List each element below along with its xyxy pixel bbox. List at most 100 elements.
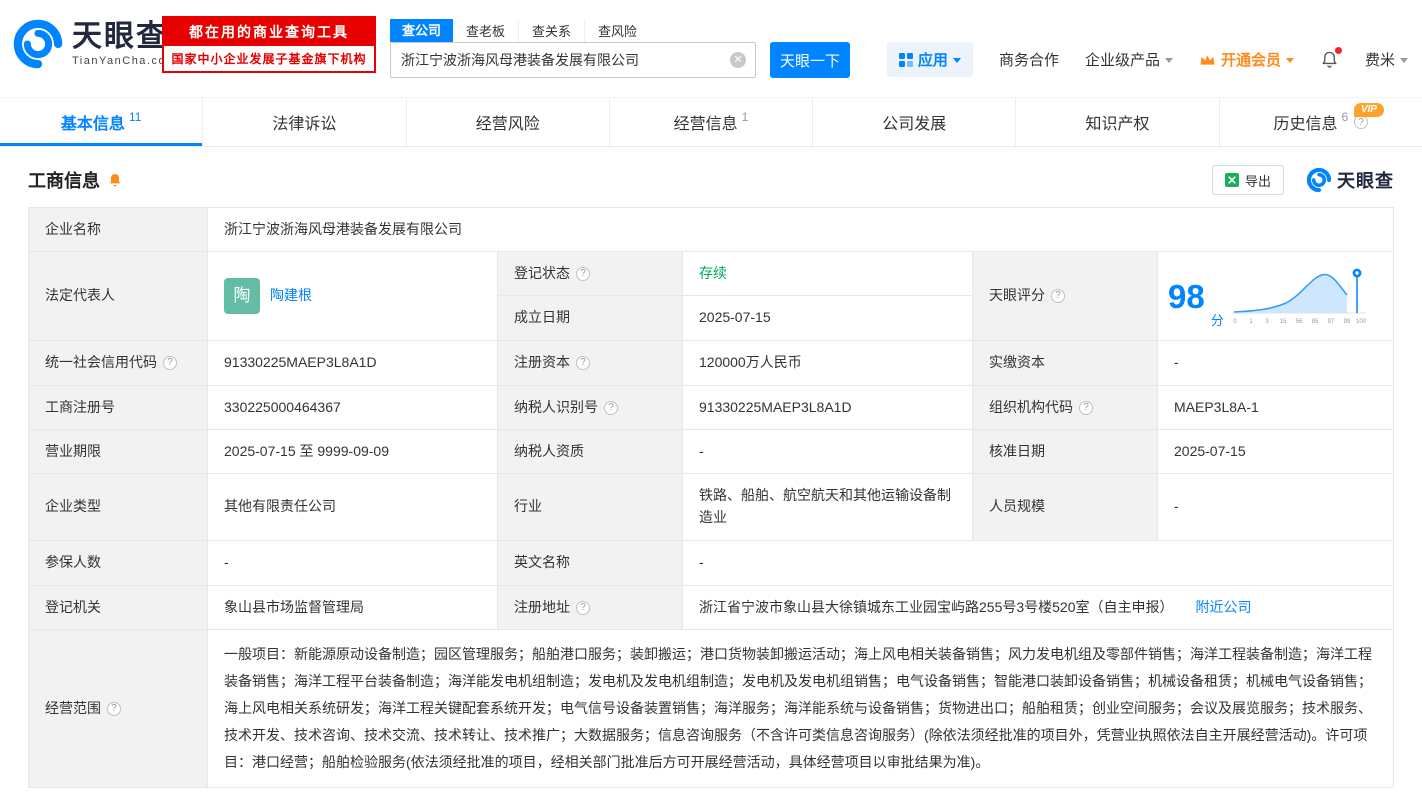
score-value: 98 分 0 1 3 15 56 85 97 99 100 [1158,252,1394,341]
reg-status-value: 存续 [683,252,973,296]
tab-intellectual-property[interactable]: 知识产权 [1016,98,1219,146]
search-button[interactable]: 天眼一下 [770,42,850,78]
tianyancha-swirl-icon [12,18,64,70]
credit-code-value: 91330225MAEP3L8A1D [208,341,498,386]
business-scope-label: 经营范围 [29,630,208,788]
reg-number-value: 330225000464367 [208,386,498,430]
english-name-label: 英文名称 [498,541,683,586]
legal-rep-label: 法定代表人 [29,252,208,341]
chevron-down-icon [1165,58,1173,67]
tab-label: 法律诉讼 [272,110,336,134]
help-icon[interactable] [163,356,177,370]
search-tabs: 查公司 查老板 查关系 查风险 [390,18,850,42]
company-detail-tabs: 基本信息 11 法律诉讼 经营风险 经营信息 1 公司发展 知识产权 历史信息 … [0,97,1422,147]
enterprise-products-label: 企业级产品 [1085,49,1160,70]
subscribe-bell-icon[interactable] [107,172,123,188]
search-area: 查公司 查老板 查关系 查风险 天眼一下 [390,18,850,78]
tab-count: 11 [129,110,141,124]
tab-legal-proceedings[interactable]: 法律诉讼 [203,98,406,146]
address-text: 浙江省宁波市象山县大徐镇城东工业园宝屿路255号3号楼520室（自主申报） [699,597,1174,619]
tab-label: 知识产权 [1086,110,1150,134]
brand-slogan-line1: 都在用的商业查询工具 [164,18,374,46]
svg-text:0: 0 [1233,319,1237,325]
help-icon[interactable] [1354,115,1368,129]
tab-history-info[interactable]: 历史信息 6 VIP [1220,98,1422,146]
open-vip-button[interactable]: 开通会员 [1199,49,1294,70]
tab-label: 历史信息 [1273,110,1337,134]
reg-capital-label: 注册资本 [498,341,683,386]
svg-text:15: 15 [1279,319,1286,325]
search-input[interactable] [390,42,756,78]
enterprise-products-menu[interactable]: 企业级产品 [1085,49,1173,70]
help-icon[interactable] [604,401,618,415]
tab-basic-info[interactable]: 基本信息 11 [0,98,203,146]
export-button[interactable]: 导出 [1212,165,1284,195]
crown-icon [1199,53,1216,67]
reg-status-label: 登记状态 [498,252,683,296]
help-icon[interactable] [1051,289,1065,303]
nearby-companies-link[interactable]: 附近公司 [1196,597,1252,619]
english-name-value: - [683,541,1394,586]
score-number: 98 [1168,280,1205,313]
tab-count: 1 [742,110,749,124]
business-scope-value: 一般项目：新能源原动设备制造；园区管理服务；船舶港口服务；装卸搬运；港口货物装卸… [208,630,1394,788]
search-tab-company[interactable]: 查公司 [390,19,453,42]
help-icon[interactable] [107,702,121,716]
clear-input-icon[interactable] [730,52,746,68]
reg-authority-value: 象山县市场监督管理局 [208,586,498,630]
tianyancha-swirl-icon [1306,167,1332,193]
tab-label: 基本信息 [61,110,125,134]
business-term-value: 2025-07-15 至 9999-09-09 [208,430,498,474]
notification-dot [1335,47,1342,54]
main-content: 工商信息 导出 天眼查 [0,159,1422,802]
chevron-down-icon [1286,58,1294,67]
org-code-value: MAEP3L8A-1 [1158,386,1394,430]
staff-size-value: - [1158,474,1394,541]
tianyancha-logo[interactable]: 天眼查 TianYanCha.com [12,18,177,70]
svg-text:100: 100 [1356,319,1367,325]
help-icon[interactable] [576,267,590,281]
help-icon[interactable] [576,601,590,615]
user-menu[interactable]: 费米 [1365,49,1408,70]
business-info-table: 企业名称 浙江宁波浙海风母港装备发展有限公司 法定代表人 陶 陶建根 登记状态 … [28,207,1394,788]
status-badge: 存续 [699,263,727,285]
notifications-bell-button[interactable] [1320,50,1339,69]
reg-address-label: 注册地址 [498,586,683,630]
score-distribution-chart: 0 1 3 15 56 85 97 99 100 [1230,265,1368,327]
tab-label: 公司发展 [882,110,946,134]
approval-date-label: 核准日期 [973,430,1158,474]
taxpayer-id-value: 91330225MAEP3L8A1D [683,386,973,430]
svg-text:3: 3 [1265,319,1269,325]
export-label: 导出 [1245,171,1271,190]
tab-count: 6 [1341,110,1348,124]
help-icon[interactable] [576,356,590,370]
tab-company-development[interactable]: 公司发展 [813,98,1016,146]
vip-badge: VIP [1354,103,1384,117]
company-type-value: 其他有限责任公司 [208,474,498,541]
industry-value: 铁路、船舶、航空航天和其他运输设备制造业 [683,474,973,541]
insured-count-value: - [208,541,498,586]
search-tab-relation[interactable]: 查关系 [519,21,585,42]
paid-capital-value: - [1158,341,1394,386]
company-type-label: 企业类型 [29,474,208,541]
svg-text:99: 99 [1343,319,1350,325]
tab-label: 经营风险 [476,110,540,134]
legal-rep-link[interactable]: 陶建根 [270,285,312,307]
apps-menu-button[interactable]: 应用 [887,42,973,77]
score-label: 天眼评分 [973,252,1158,341]
taxpayer-quality-label: 纳税人资质 [498,430,683,474]
company-name-label: 企业名称 [29,208,208,252]
legal-rep-value: 陶 陶建根 [208,252,498,341]
username-label: 费米 [1365,49,1395,70]
legal-rep-avatar: 陶 [224,278,260,314]
excel-icon [1225,173,1239,187]
help-icon[interactable] [1079,401,1093,415]
tab-business-info[interactable]: 经营信息 1 [610,98,813,146]
svg-text:1: 1 [1249,319,1253,325]
business-cooperation-label: 商务合作 [999,49,1059,70]
search-tab-boss[interactable]: 查老板 [453,21,519,42]
tab-operating-risk[interactable]: 经营风险 [407,98,610,146]
business-cooperation-link[interactable]: 商务合作 [999,49,1059,70]
credit-code-label: 统一社会信用代码 [29,341,208,386]
search-tab-risk[interactable]: 查风险 [585,21,650,42]
